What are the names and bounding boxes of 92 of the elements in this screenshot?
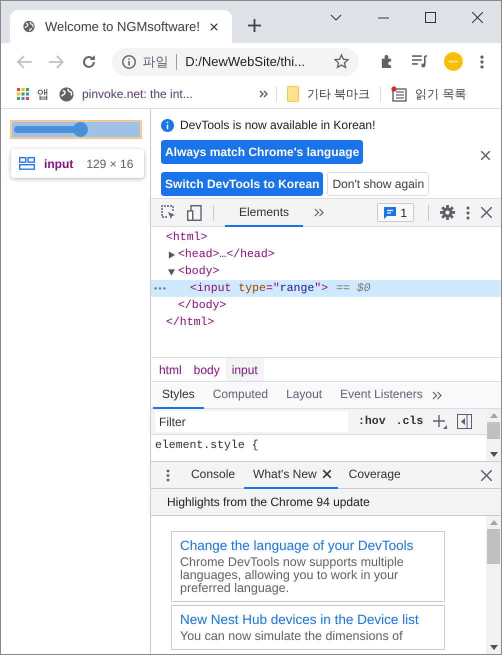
scroll-down-icon[interactable] [490, 452, 498, 457]
scroll-down-icon[interactable] [490, 645, 498, 650]
triangle-right-icon[interactable] [168, 250, 175, 258]
card-title[interactable]: New Nest Hub devices in the Device list [180, 611, 436, 628]
dom-markup: <head>…</head> [178, 248, 275, 261]
folder-icon [286, 86, 299, 102]
browser-tab[interactable]: Welcome to NGMsoftware! [10, 10, 232, 43]
settings-icon[interactable] [440, 205, 455, 220]
card-description: You can now simulate the dimensions of [180, 630, 404, 643]
infobar-message: DevTools is now available in Korean! [180, 118, 376, 132]
dom-node-row[interactable]: </html> [151, 314, 501, 331]
infobar-button[interactable]: Always match Chrome's language [161, 140, 364, 164]
style-rule: element.style { [154, 438, 260, 452]
feature-card[interactable]: New Nest Hub devices in the Device list You can now simulate the dimensions of [171, 605, 445, 650]
minimize-icon[interactable] [378, 16, 389, 18]
infobar-button[interactable]: Switch DevTools to Korean [161, 172, 324, 196]
close-icon[interactable] [481, 151, 490, 160]
card-description: Chrome DevTools now supports multiple languages, allowing you to work in your preferred language. [180, 556, 405, 595]
dom-markup: <body> [178, 265, 220, 278]
dom-markup: </body> [178, 299, 226, 312]
dom-node-row[interactable]: <body> [151, 263, 501, 280]
more-options-icon[interactable] [466, 206, 470, 220]
globe-icon [59, 86, 74, 102]
close-icon[interactable] [322, 470, 331, 478]
drawer-tab[interactable]: Console [182, 462, 242, 488]
scrollbar[interactable] [486, 516, 501, 654]
issues-counter[interactable]: 1 [377, 203, 414, 222]
message-icon [384, 206, 396, 218]
close-icon[interactable] [472, 12, 483, 23]
scrollbar-thumb[interactable] [487, 422, 500, 439]
dom-node-row[interactable]: <html> [151, 229, 501, 246]
drawer-tab[interactable]: Coverage [340, 462, 408, 488]
card-title[interactable]: Change the language of your DevTools [180, 537, 436, 554]
reload-icon[interactable] [82, 54, 96, 68]
dom-markup: <input type="range"> [190, 282, 328, 295]
selected-node-marker: == $0 [336, 282, 371, 295]
info-icon [161, 118, 174, 132]
sidebar-toggle-icon[interactable] [457, 414, 472, 429]
bookmark-item[interactable]: 앱 [17, 86, 49, 102]
whats-new-header: Highlights from the Chrome 94 update [151, 489, 501, 516]
feature-card[interactable]: Change the language of your DevTools Chrome DevTools now supports multiple languages, allowing you to work in your preferred language. [171, 531, 445, 602]
slider-thumb[interactable] [72, 122, 88, 137]
close-icon[interactable] [481, 207, 492, 218]
scheme-label: 파일 [142, 52, 168, 70]
scrollbar-thumb[interactable] [487, 529, 500, 564]
dom-markup: <html> [166, 231, 208, 244]
double-chevron-icon[interactable] [432, 390, 442, 400]
device-toggle-icon[interactable] [187, 204, 202, 220]
breadcrumb[interactable]: body [188, 358, 226, 381]
bookmark-folder[interactable]: 기타 북마크 [286, 86, 370, 102]
dom-markup: </html> [166, 316, 214, 329]
class-toggle[interactable]: .cls [396, 415, 424, 428]
tab-title: Welcome to NGMsoftware! [44, 19, 200, 34]
info-icon [122, 54, 136, 68]
url-text: D:/NewWebSite/thi... [185, 54, 306, 69]
maximize-icon[interactable] [425, 12, 436, 23]
apps-grid-icon [17, 88, 29, 100]
menu-icon[interactable] [480, 54, 484, 68]
filter-field[interactable]: Filter [155, 411, 348, 432]
scrollbar[interactable] [486, 409, 501, 461]
dom-node-row[interactable]: <head>…</head> [151, 246, 501, 263]
hover-state-toggle[interactable]: :hov [358, 415, 386, 428]
media-queue-icon[interactable] [412, 55, 428, 68]
double-chevron-icon[interactable] [258, 90, 268, 98]
element-tag: input [44, 156, 74, 170]
sidebar-tab[interactable]: Event Listeners [331, 382, 432, 408]
dom-node-row[interactable]: </body> [151, 297, 501, 314]
chevron-down-icon[interactable] [330, 14, 342, 22]
star-icon[interactable] [334, 54, 349, 69]
sidebar-tab[interactable]: Layout [277, 382, 332, 408]
breadcrumb[interactable]: html [153, 358, 188, 381]
close-icon[interactable] [481, 470, 492, 480]
double-chevron-icon[interactable] [314, 208, 324, 217]
globe-icon [23, 19, 35, 34]
element-size: 129 × 16 [86, 156, 134, 170]
flex-layout-icon [19, 157, 35, 170]
plus-icon[interactable] [248, 19, 261, 32]
panel-tab[interactable]: Elements [225, 199, 304, 227]
close-icon[interactable] [210, 22, 218, 32]
address-bar[interactable]: 파일 D:/NewWebSite/thi... [112, 48, 359, 76]
breadcrumb[interactable]: input [226, 358, 264, 381]
reading-list-button[interactable]: 읽기 목록 [391, 86, 466, 102]
more-options-icon[interactable] [166, 468, 170, 482]
sidebar-tab[interactable]: Computed [204, 382, 278, 408]
triangle-down-icon[interactable] [168, 268, 175, 276]
ellipsis-icon[interactable] [154, 287, 166, 290]
bookmark-item[interactable]: pinvoke.net: the int... [59, 86, 193, 102]
reading-list-icon [391, 86, 408, 102]
plus-icon[interactable] [433, 414, 448, 428]
dom-node-row[interactable]: <input type="range"> == $0 [151, 280, 501, 297]
infobar-button[interactable]: Don't show again [327, 172, 430, 196]
inspect-cursor-icon[interactable] [161, 205, 176, 220]
